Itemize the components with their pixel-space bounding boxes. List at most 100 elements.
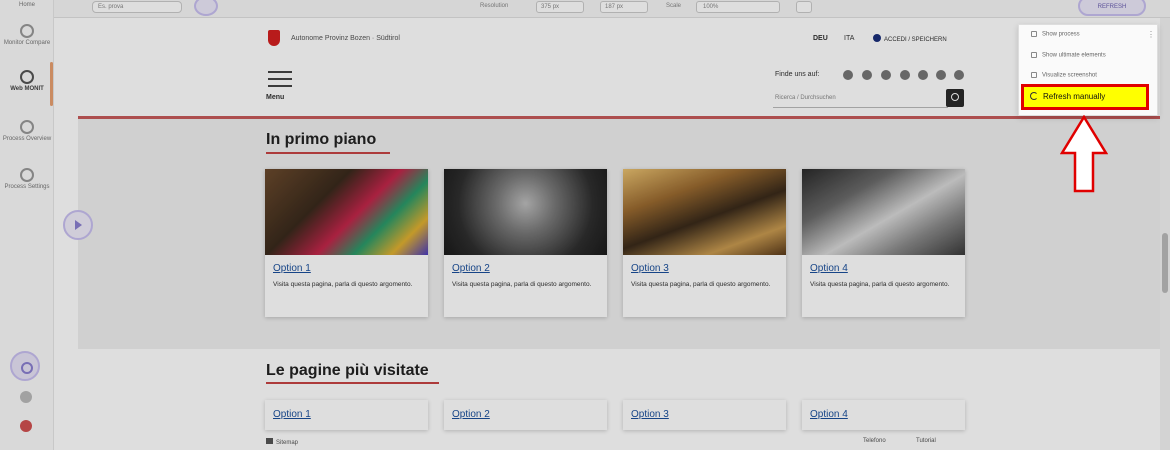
card-image [444,169,607,255]
rss-icon[interactable] [954,70,964,80]
menu-item-label: Visualize screenshot [1042,72,1097,79]
card-title[interactable]: Option 4 [810,409,848,420]
scale-value: 100% [703,4,719,10]
top-toolbar: Es. prova Resolution 375 px 187 px Scale… [54,0,1170,18]
card-title[interactable]: Option 4 [810,263,848,274]
user-icon [873,34,881,42]
menu-item-label: Show ultimate elements [1042,52,1106,59]
image-icon [1031,72,1037,78]
pin-icon[interactable] [20,420,32,432]
width-input[interactable]: 375 px [536,1,584,13]
rail-item-label: Home [18,2,35,8]
menu-label: Menu [266,94,285,101]
featured-section: In primo piano Option 1 Visita questa pa… [78,119,1160,349]
linkedin-icon[interactable] [918,70,928,80]
section-title: In primo piano [266,131,377,148]
coat-of-arms-logo [268,30,280,46]
card-text: Visita questa pagina, parla di questo ar… [631,281,771,288]
rail-item-label: Web MONIT [10,86,44,92]
card-title[interactable]: Option 3 [631,263,669,274]
card-text: Visita questa pagina, parla di questo ar… [810,281,950,288]
youtube-icon[interactable] [900,70,910,80]
search-input[interactable]: Ricerca / Durchsuchen [773,90,948,108]
resolution-label: Resolution [480,3,509,9]
play-button[interactable] [194,0,218,16]
phone-link[interactable]: Telefono [863,438,886,444]
rail-item-process-overview[interactable]: Process Overview [0,120,54,143]
card-text: Visita questa pagina, parla di questo ar… [273,281,413,288]
refresh-button-label: REFRESH [1097,4,1127,10]
card-title[interactable]: Option 3 [631,409,669,420]
menu-item-visualize-screenshot[interactable]: Visualize screenshot [1031,72,1097,79]
search-icon[interactable] [946,89,964,107]
expand-panel-button[interactable] [63,210,93,240]
home-icon [266,438,273,444]
scale-label: Scale [666,3,682,9]
most-visited-section: Le pagine più visitate Option 1 Option 2… [78,349,1160,450]
height-unit: px [616,4,624,10]
vertical-scrollbar[interactable] [1160,18,1170,450]
featured-card[interactable]: Option 2 Visita questa pagina, parla di … [444,169,607,317]
sitemap-label: Sitemap [276,440,299,446]
login-link[interactable]: ACCEDI / SPEICHERN [873,34,947,43]
card-title[interactable]: Option 2 [452,263,490,274]
search-placeholder: Ricerca / Durchsuchen [775,95,836,101]
card-title[interactable]: Option 1 [273,263,311,274]
refresh-button[interactable]: REFRESH [1078,0,1146,16]
rail-item-label: Process Overview [2,136,52,142]
popular-card[interactable]: Option 3 [623,400,786,430]
scrollbar-thumb[interactable] [1162,233,1168,293]
refresh-manually-label: Refresh manually [1043,92,1106,101]
lang-de-link[interactable]: DEU [813,35,828,42]
section-underline [266,152,390,154]
site-header: Autonome Provinz Bozen · Südtirol DEU IT… [78,18,1160,119]
card-text: Visita questa pagina, parla di questo ar… [452,281,592,288]
width-value: 375 [541,4,552,10]
rail-item-monitor-compare[interactable]: Monitor Compare [0,24,54,47]
card-title[interactable]: Option 2 [452,409,490,420]
menu-item-show-process[interactable]: Show process [1031,31,1080,38]
annotation-arrow-icon [1060,115,1108,193]
popular-card[interactable]: Option 1 [265,400,428,430]
refresh-icon [1030,92,1038,100]
height-value: 187 [605,4,616,10]
height-input[interactable]: 187 px [600,1,648,13]
rail-item-web-monit[interactable]: Web MONIT [0,70,54,93]
rail-item-process-settings[interactable]: Process Settings [0,168,54,191]
grid-toggle-icon[interactable] [796,1,812,13]
settings-icon[interactable] [20,391,32,403]
featured-card[interactable]: Option 4 Visita questa pagina, parla di … [802,169,965,317]
add-control-button[interactable] [10,351,40,381]
sitemap-link[interactable]: Sitemap [266,438,298,446]
featured-card[interactable]: Option 1 Visita questa pagina, parla di … [265,169,428,317]
card-title[interactable]: Option 1 [273,409,311,420]
section-underline [266,382,439,384]
instagram-icon[interactable] [862,70,872,80]
scale-select[interactable]: 100% [696,1,780,13]
x-icon[interactable] [881,70,891,80]
tutorial-link[interactable]: Tutorial [916,438,936,444]
card-image [802,169,965,255]
share-icon [1031,31,1037,37]
elements-icon [1031,52,1037,58]
popular-card[interactable]: Option 4 [802,400,965,430]
popular-card[interactable]: Option 2 [444,400,607,430]
mode-select[interactable]: Es. prova [92,1,182,13]
section-title: Le pagine più visitate [266,362,429,379]
rail-active-indicator [50,62,53,106]
org-name: Autonome Provinz Bozen · Südtirol [291,35,400,42]
rocket-icon [20,24,34,38]
rail-item-home[interactable]: Home [0,2,54,9]
gauge-icon [20,70,34,84]
telegram-icon[interactable] [936,70,946,80]
follow-label: Finde uns auf: [775,71,820,78]
hamburger-menu-icon[interactable] [268,71,292,92]
featured-card[interactable]: Option 3 Visita questa pagina, parla di … [623,169,786,317]
left-rail: Home Monitor Compare Web MONIT Process O… [0,0,54,450]
more-options-icon[interactable]: ⋮ [1147,30,1155,39]
facebook-icon[interactable] [843,70,853,80]
width-unit: px [552,4,560,10]
menu-item-refresh-manually[interactable]: Refresh manually [1021,84,1149,110]
lang-it-link[interactable]: ITA [844,35,854,42]
menu-item-show-ultimate-elements[interactable]: Show ultimate elements [1031,52,1106,59]
